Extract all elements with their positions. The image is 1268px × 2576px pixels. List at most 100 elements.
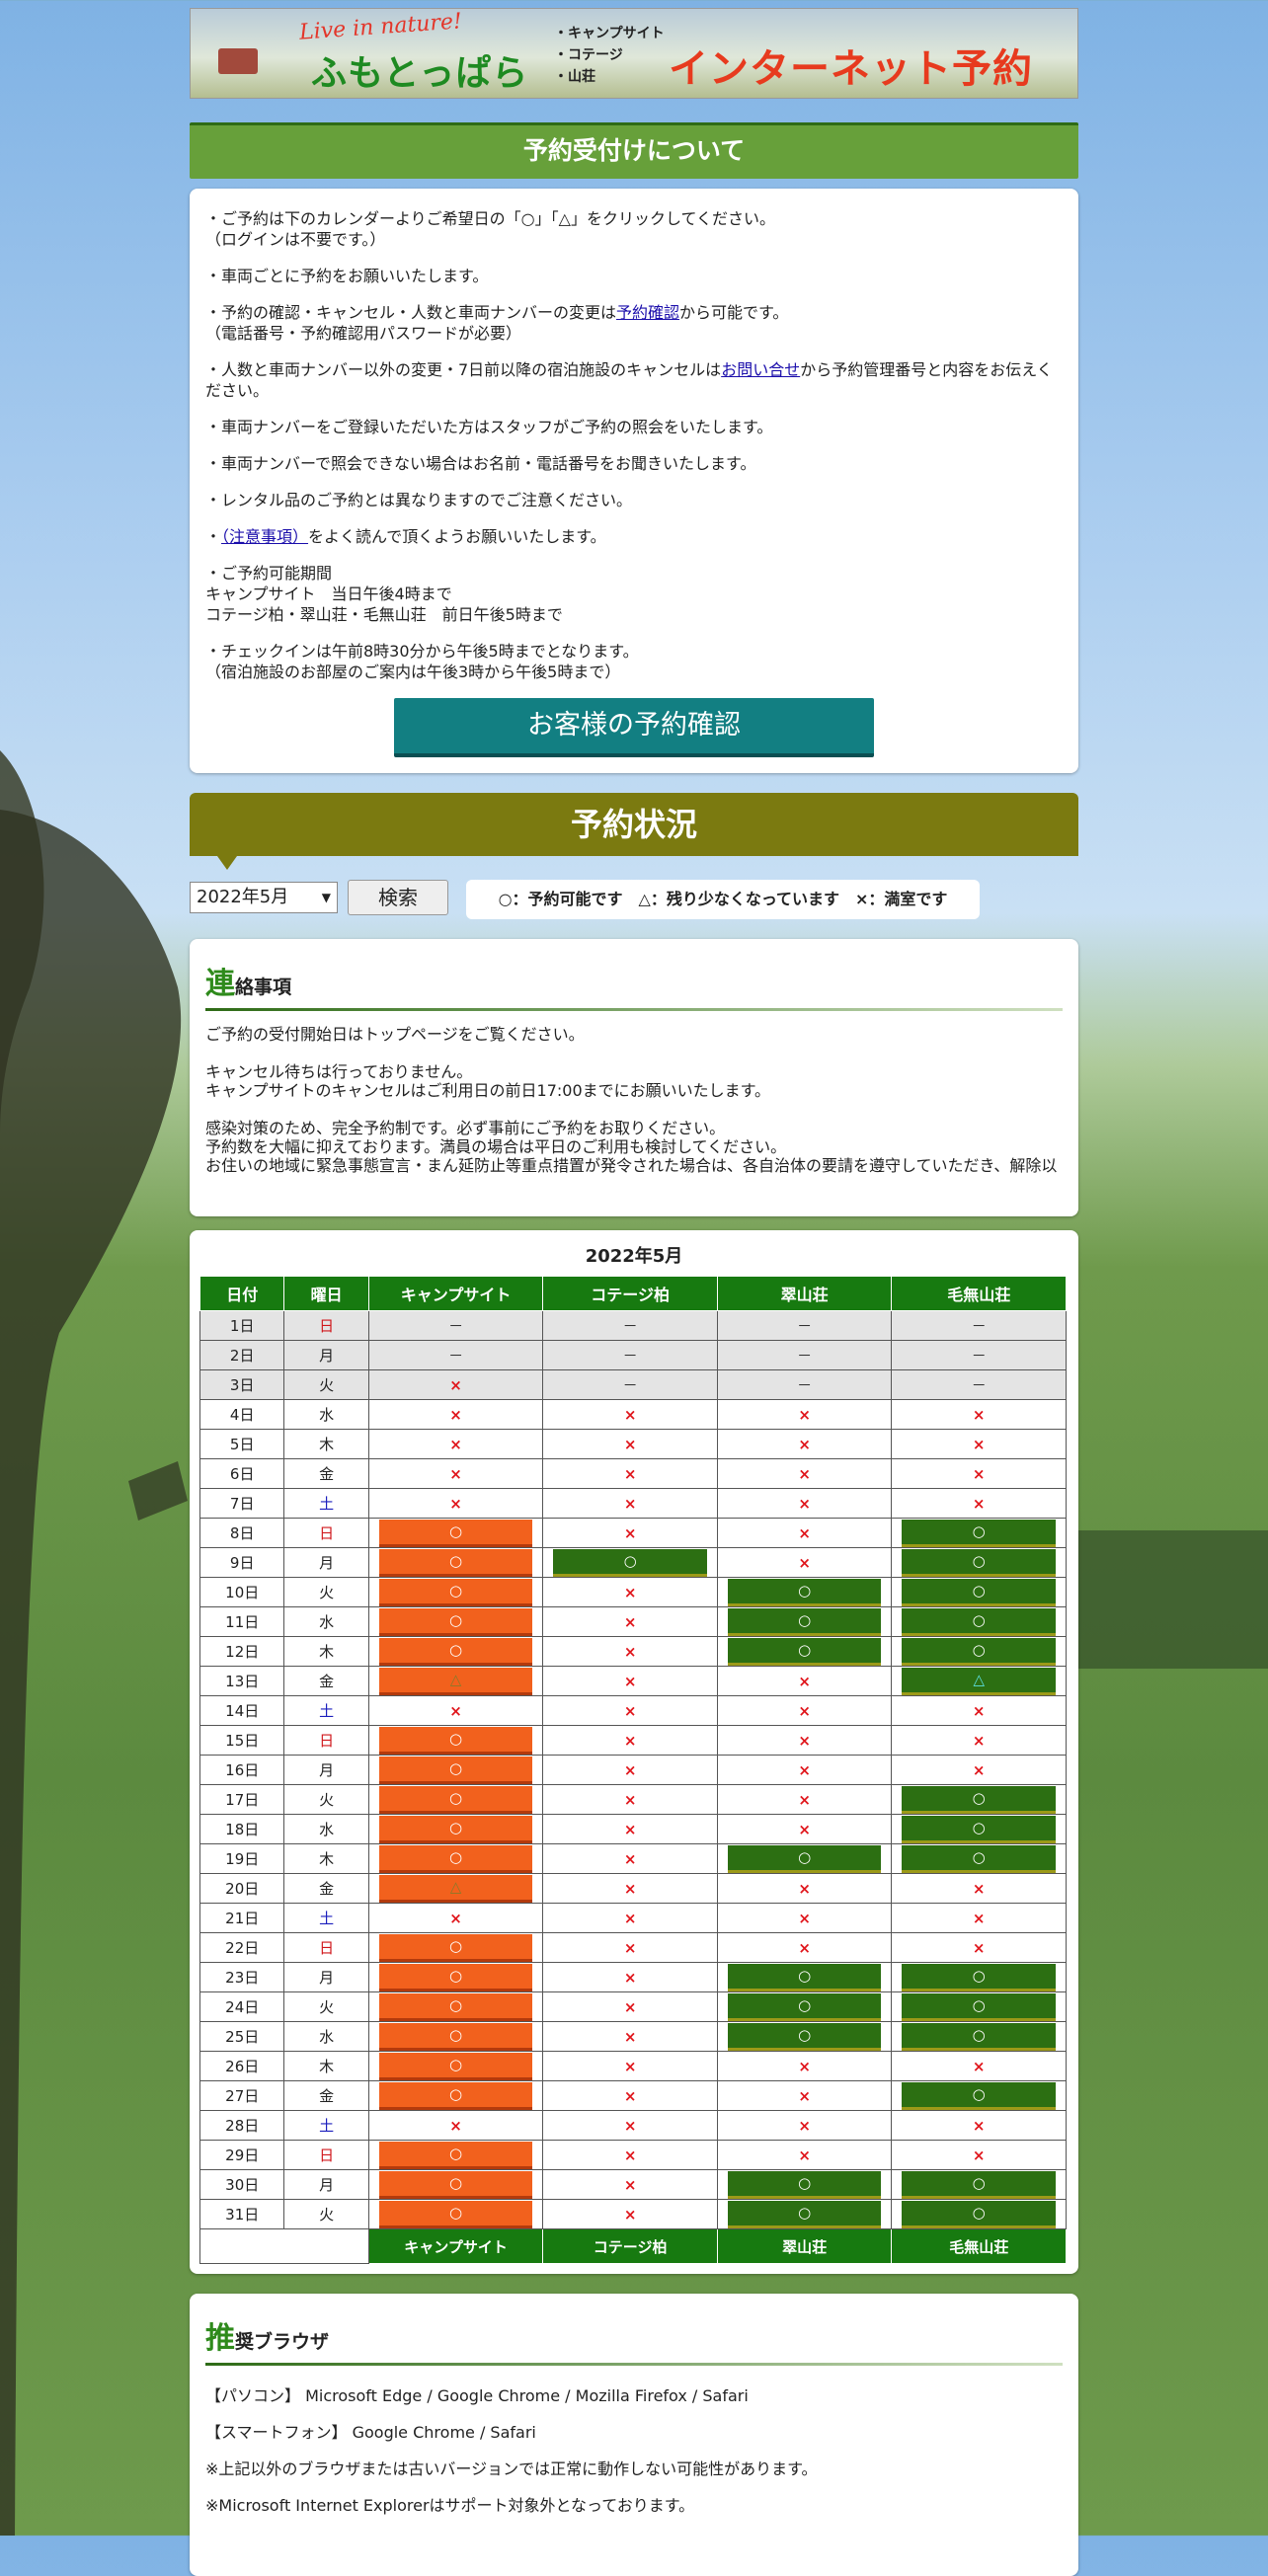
full-mark: × — [798, 1405, 811, 1424]
notice-textarea[interactable]: ご予約の受付開始日はトップページをご覧ください。 キャンセル待ちは行っておりませ… — [205, 1025, 1063, 1183]
available-button[interactable]: ○ — [378, 1548, 533, 1577]
date-cell: 31日 — [198, 2199, 285, 2229]
full-mark: × — [798, 1879, 811, 1898]
reception-link[interactable]: （注意事項） — [221, 527, 308, 546]
available-button[interactable]: ○ — [902, 1607, 1056, 1636]
availability-cell: △ — [367, 1666, 544, 1696]
full-mark: × — [798, 2146, 811, 2164]
availability-cell: △ — [891, 1666, 1067, 1696]
weekday-cell: 水 — [283, 1399, 369, 1430]
available-button[interactable]: ○ — [727, 2170, 882, 2199]
available-button[interactable]: ○ — [378, 1815, 533, 1843]
availability-cell: ○ — [367, 1843, 544, 1874]
available-button[interactable]: ○ — [727, 1578, 882, 1606]
full-mark: × — [623, 2116, 637, 2135]
available-button[interactable]: ○ — [727, 1992, 882, 2021]
full-mark: × — [623, 1938, 637, 1957]
available-button[interactable]: ○ — [378, 2170, 533, 2199]
available-button[interactable]: ○ — [378, 2052, 533, 2080]
available-button[interactable]: ○ — [902, 2200, 1056, 2228]
available-button[interactable]: ○ — [727, 1963, 882, 1991]
weekday-cell: 土 — [283, 2110, 369, 2141]
available-button[interactable]: ○ — [902, 1963, 1056, 1991]
availability-cell: ○ — [367, 1755, 544, 1785]
available-button[interactable]: ○ — [378, 1756, 533, 1784]
availability-cell: × — [716, 1399, 893, 1430]
availability-cell: × — [542, 2110, 718, 2141]
month-select[interactable]: 2022年5月 ▼ — [190, 882, 338, 913]
weekday-cell: 日 — [283, 1310, 369, 1341]
availability-cell: × — [716, 1695, 893, 1726]
available-button[interactable]: ○ — [378, 2022, 533, 2051]
available-button[interactable]: ○ — [378, 2200, 533, 2228]
unavailable-mark: － — [622, 1317, 638, 1335]
availability-cell: × — [716, 1518, 893, 1548]
date-cell: 5日 — [198, 1429, 285, 1459]
table-row: 28日土 × × × × — [198, 2110, 1067, 2141]
available-button[interactable]: ○ — [902, 2022, 1056, 2051]
available-button[interactable]: ○ — [902, 1815, 1056, 1843]
weekday-cell: 金 — [283, 1873, 369, 1904]
availability-cell: × — [716, 1873, 893, 1904]
limited-availability-button[interactable]: △ — [378, 1874, 533, 1903]
available-button[interactable]: ○ — [378, 1519, 533, 1547]
available-button[interactable]: ○ — [378, 1844, 533, 1873]
available-button[interactable]: ○ — [727, 2200, 882, 2228]
available-button[interactable]: ○ — [902, 1992, 1056, 2021]
available-button[interactable]: ○ — [902, 1844, 1056, 1873]
available-button[interactable]: ○ — [902, 1548, 1056, 1577]
table-row: 22日日 ○ × × × — [198, 1932, 1067, 1963]
reservation-confirm-button[interactable]: お客様の予約確認 — [394, 698, 874, 757]
reception-link[interactable]: お問い合せ — [721, 360, 800, 379]
available-button[interactable]: ○ — [378, 1963, 533, 1991]
available-button[interactable]: ○ — [378, 2081, 533, 2110]
weekday-cell: 水 — [283, 1606, 369, 1637]
availability-cell: ○ — [716, 1577, 893, 1607]
availability-cell: ○ — [716, 1606, 893, 1637]
availability-cell: ○ — [367, 1991, 544, 2022]
unavailable-mark: － — [971, 1376, 987, 1394]
site-banner[interactable]: Live in nature! ふもとっぱら ・キャンプサイト ・コテージ ・山… — [190, 8, 1078, 99]
full-mark: × — [972, 1701, 986, 1720]
available-button[interactable]: ○ — [553, 1548, 707, 1577]
available-button[interactable]: ○ — [378, 1607, 533, 1636]
available-button[interactable]: ○ — [378, 1785, 533, 1814]
full-mark: × — [798, 1731, 811, 1750]
available-button[interactable]: ○ — [902, 1637, 1056, 1666]
available-button[interactable]: ○ — [378, 1726, 533, 1755]
limited-availability-button[interactable]: △ — [902, 1667, 1056, 1695]
available-button[interactable]: ○ — [902, 2081, 1056, 2110]
available-button[interactable]: ○ — [727, 1607, 882, 1636]
available-button[interactable]: ○ — [378, 2141, 533, 2169]
available-button[interactable]: ○ — [727, 1844, 882, 1873]
availability-table: 日付 曜日 キャンプサイト コテージ柏 翠山荘 毛無山荘 1日日－－－－ 2日月－－－－ 3日… — [198, 1276, 1067, 2264]
reception-paragraph: ・（注意事項）をよく読んで頂くようお願いいたします。 — [205, 527, 606, 546]
available-button[interactable]: ○ — [902, 2170, 1056, 2199]
full-mark: × — [623, 1820, 637, 1838]
cabin-illustration — [218, 48, 258, 74]
browser-line-note: ※上記以外のブラウザまたは古いバージョンでは正常に動作しない可能性があります。 — [205, 2459, 818, 2478]
available-button[interactable]: ○ — [902, 1785, 1056, 1814]
reception-link[interactable]: 予約確認 — [616, 303, 679, 322]
unavailable-mark: － — [448, 1317, 464, 1335]
search-button[interactable]: 検索 — [348, 880, 448, 915]
available-button[interactable]: ○ — [902, 1578, 1056, 1606]
available-button[interactable]: ○ — [378, 1578, 533, 1606]
weekday-cell: 金 — [283, 1458, 369, 1489]
available-button[interactable]: ○ — [378, 1933, 533, 1962]
reception-paragraph: ・車両ごとに予約をお願いいたします。 — [205, 267, 489, 285]
limited-availability-button[interactable]: △ — [378, 1667, 533, 1695]
available-button[interactable]: ○ — [378, 1992, 533, 2021]
date-cell: 23日 — [198, 1962, 285, 1992]
browser-heading: 推奨ブラウザ — [205, 2313, 1063, 2366]
available-button[interactable]: ○ — [727, 2022, 882, 2051]
full-mark: × — [449, 1701, 462, 1720]
available-button[interactable]: ○ — [727, 1637, 882, 1666]
full-mark: × — [623, 2146, 637, 2164]
availability-cell: ○ — [367, 1606, 544, 1637]
available-button[interactable]: ○ — [902, 1519, 1056, 1547]
available-button[interactable]: ○ — [378, 1637, 533, 1666]
availability-cell: × — [542, 2140, 718, 2170]
weekday-cell: 土 — [283, 1695, 369, 1726]
availability-cell: × — [542, 1636, 718, 1667]
